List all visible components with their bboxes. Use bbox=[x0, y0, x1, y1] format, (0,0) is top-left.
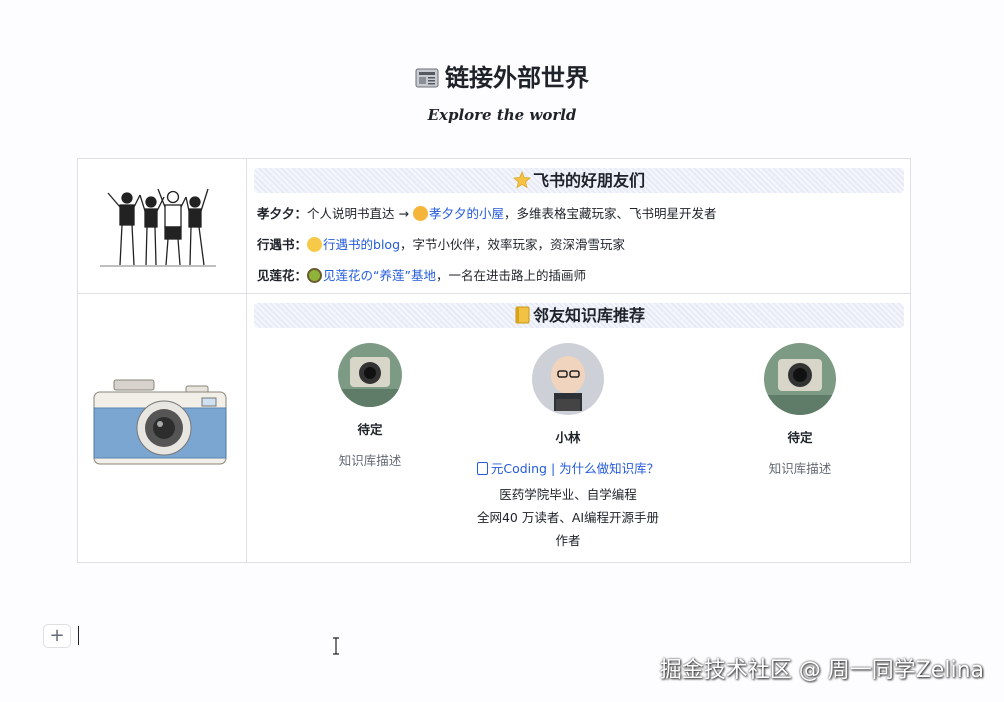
friends-content: 飞书的好朋友们 孝夕夕：个人说明书直达 → 孝夕夕的小屋，多维表格宝藏玩家、飞书… bbox=[248, 159, 910, 293]
kb-card[interactable]: 待定 知识库描述 bbox=[300, 343, 440, 469]
kb-card[interactable]: 待定 知识库描述 bbox=[730, 343, 870, 477]
friend-row: 孝夕夕：个人说明书直达 → 孝夕夕的小屋，多维表格宝藏玩家、飞书明星开发者 bbox=[254, 198, 904, 229]
kb-heading: 邻友知识库推荐 bbox=[254, 303, 904, 328]
kb-card-name: 待定 bbox=[357, 422, 383, 437]
kb-card-desc: 知识库描述 bbox=[338, 453, 402, 468]
doc-icon bbox=[476, 462, 488, 475]
add-block-button[interactable]: + bbox=[43, 624, 71, 648]
kiwi-icon bbox=[307, 268, 323, 283]
kb-card-bio-line: 全网40 万读者、AI编程开源手册 bbox=[476, 510, 660, 525]
page-subtitle: Explore the world bbox=[427, 106, 577, 124]
friend-prefix: 个人说明书直达 → bbox=[307, 206, 413, 221]
newspaper-icon bbox=[415, 68, 439, 88]
layout-grid: 飞书的好朋友们 孝夕夕：个人说明书直达 → 孝夕夕的小屋，多维表格宝藏玩家、飞书… bbox=[77, 158, 911, 563]
watermark: 掘金技术社区 @ 周一同学Zelina bbox=[659, 658, 984, 683]
friend-name: 孝夕夕： bbox=[257, 206, 308, 221]
friend-desc: ，字节小伙伴，效率玩家，资深滑雪玩家 bbox=[400, 237, 626, 252]
hugging-face-icon bbox=[412, 206, 428, 221]
notebook-icon bbox=[515, 306, 530, 324]
kb-card-bio: 医药学院毕业、自学编程 全网40 万读者、AI编程开源手册 作者 bbox=[453, 483, 683, 552]
kb-card-bio-line: 医药学院毕业、自学编程 bbox=[499, 487, 637, 502]
kb-card[interactable]: 小林 元Coding | 为什么做知识库？ 医药学院毕业、自学编程 全网40 万… bbox=[453, 343, 683, 552]
friend-desc: ，一名在进击路上的插画师 bbox=[435, 268, 586, 283]
friend-name: 见莲花： bbox=[257, 268, 308, 283]
text-caret bbox=[78, 626, 79, 645]
kb-illustration-cell bbox=[78, 294, 247, 562]
friend-name: 行遇书： bbox=[257, 237, 308, 252]
kb-avatar-camera bbox=[338, 343, 402, 407]
star-icon bbox=[513, 171, 531, 189]
kb-content: 邻友知识库推荐 待定 知识库描述 小林 元Coding | 为什么做知识库？ 医… bbox=[248, 294, 910, 562]
kb-card-link[interactable]: 元Coding | 为什么做知识库？ bbox=[491, 461, 659, 476]
kb-row: 邻友知识库推荐 待定 知识库描述 小林 元Coding | 为什么做知识库？ 医… bbox=[78, 294, 910, 562]
friend-link[interactable]: 见莲花の“养莲”基地 bbox=[323, 268, 436, 283]
friend-row: 见莲花： 见莲花の“养莲”基地，一名在进击路上的插画师 bbox=[254, 260, 904, 291]
kb-card-bio-line: 作者 bbox=[555, 533, 581, 548]
friends-heading-text: 飞书的好朋友们 bbox=[532, 171, 645, 190]
camera-illustration bbox=[93, 379, 227, 465]
page-title: 链接外部世界 bbox=[0, 58, 1004, 93]
friend-row: 行遇书： 行遇书的blog，字节小伙伴，效率玩家，资深滑雪玩家 bbox=[254, 229, 904, 260]
kb-card-desc: 知识库描述 bbox=[768, 461, 832, 476]
friends-heading: 飞书的好朋友们 bbox=[254, 168, 904, 193]
kb-card-name: 待定 bbox=[787, 430, 813, 445]
kb-heading-text: 邻友知识库推荐 bbox=[532, 306, 645, 325]
smiling-face-icon bbox=[307, 237, 323, 252]
friend-link[interactable]: 行遇书的blog bbox=[323, 237, 400, 252]
people-group-illustration bbox=[100, 188, 216, 267]
ibeam-cursor-icon bbox=[333, 637, 339, 655]
page-title-text: 链接外部世界 bbox=[445, 64, 589, 92]
kb-avatar-person bbox=[532, 343, 604, 415]
friends-row: 飞书的好朋友们 孝夕夕：个人说明书直达 → 孝夕夕的小屋，多维表格宝藏玩家、飞书… bbox=[78, 159, 910, 294]
friend-desc: ，多维表格宝藏玩家、飞书明星开发者 bbox=[503, 206, 717, 221]
kb-card-name: 小林 bbox=[555, 430, 581, 445]
friend-link[interactable]: 孝夕夕的小屋 bbox=[429, 206, 504, 221]
kb-card-link-row[interactable]: 元Coding | 为什么做知识库？ bbox=[453, 458, 683, 477]
kb-avatar-camera bbox=[764, 343, 836, 415]
friends-illustration-cell bbox=[78, 159, 247, 293]
